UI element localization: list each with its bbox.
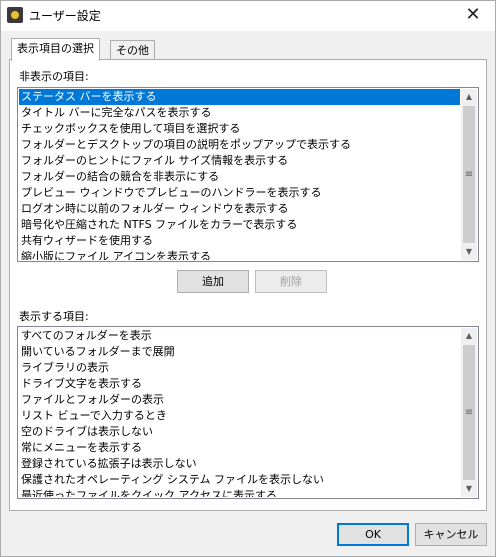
add-button[interactable]: 追加 bbox=[177, 270, 249, 293]
hidden-item-list-item[interactable]: 縮小版にファイル アイコンを表示する bbox=[19, 249, 460, 260]
shown-item-list-item[interactable]: 空のドライブは表示しない bbox=[19, 424, 460, 440]
remove-button[interactable]: 削除 bbox=[255, 270, 327, 293]
hidden-list-scrollbar[interactable]: ▲ ≡ ▼ bbox=[461, 89, 477, 260]
scroll-grip-icon: ≡ bbox=[464, 168, 474, 180]
shown-item-list-item[interactable]: 最近使ったファイルをクイック アクセスに表示する bbox=[19, 488, 460, 497]
scroll-thumb[interactable]: ≡ bbox=[463, 345, 475, 480]
hidden-item-list-item[interactable]: チェックボックスを使用して項目を選択する bbox=[19, 121, 460, 137]
shown-item-list-item[interactable]: すべてのフォルダーを表示 bbox=[19, 328, 460, 344]
hidden-item-list-item[interactable]: フォルダーの結合の競合を非表示にする bbox=[19, 169, 460, 185]
tab-other[interactable]: その他 bbox=[110, 40, 155, 60]
hidden-item-list-item[interactable]: 共有ウィザードを使用する bbox=[19, 233, 460, 249]
hidden-item-list-item[interactable]: ログオン時に以前のフォルダー ウィンドウを表示する bbox=[19, 201, 460, 217]
tab-display-items[interactable]: 表示項目の選択 bbox=[11, 38, 100, 61]
hidden-item-list-item[interactable]: 暗号化や圧縮された NTFS ファイルをカラーで表示する bbox=[19, 217, 460, 233]
scroll-down-arrow-icon[interactable]: ▼ bbox=[461, 481, 477, 497]
shown-item-list-item[interactable]: ドライブ文字を表示する bbox=[19, 376, 460, 392]
shown-list-scrollbar[interactable]: ▲ ≡ ▼ bbox=[461, 328, 477, 497]
shown-item-list-item[interactable]: 常にメニューを表示する bbox=[19, 440, 460, 456]
title-bar: ユーザー設定 ✕ bbox=[1, 1, 495, 31]
shown-items-label: 表示する項目: bbox=[19, 310, 89, 323]
cancel-button[interactable]: キャンセル bbox=[415, 523, 487, 546]
shown-item-list-item[interactable]: ファイルとフォルダーの表示 bbox=[19, 392, 460, 408]
shown-item-list-item[interactable]: 保護されたオペレーティング システム ファイルを表示しない bbox=[19, 472, 460, 488]
hidden-item-list-item[interactable]: フォルダーとデスクトップの項目の説明をポップアップで表示する bbox=[19, 137, 460, 153]
user-settings-dialog: ユーザー設定 ✕ 表示項目の選択 その他 非表示の項目: ステータス バーを表示… bbox=[0, 0, 496, 557]
ok-button[interactable]: OK bbox=[337, 523, 409, 546]
shown-items-list: すべてのフォルダーを表示 開いているフォルダーまで展開 ライブラリの表示 ドライブ文字… bbox=[19, 328, 460, 497]
scroll-up-arrow-icon[interactable]: ▲ bbox=[461, 328, 477, 344]
close-button[interactable]: ✕ bbox=[451, 1, 495, 31]
hidden-item-list-item[interactable]: タイトル バーに完全なパスを表示する bbox=[19, 105, 460, 121]
app-gear-icon bbox=[7, 7, 23, 23]
shown-item-list-item[interactable]: ライブラリの表示 bbox=[19, 360, 460, 376]
shown-items-listbox[interactable]: すべてのフォルダーを表示 開いているフォルダーまで展開 ライブラリの表示 ドライブ文字… bbox=[17, 326, 479, 499]
window-title: ユーザー設定 bbox=[29, 9, 101, 23]
scroll-grip-icon: ≡ bbox=[464, 406, 474, 418]
shown-item-list-item[interactable]: 登録されている拡張子は表示しない bbox=[19, 456, 460, 472]
shown-item-list-item[interactable]: リスト ビューで入力するとき bbox=[19, 408, 460, 424]
hidden-items-label: 非表示の項目: bbox=[19, 70, 89, 83]
hidden-item-list-item[interactable]: ステータス バーを表示する bbox=[19, 89, 460, 105]
hidden-item-list-item[interactable]: プレビュー ウィンドウでプレビューのハンドラーを表示する bbox=[19, 185, 460, 201]
tab-panel: 非表示の項目: ステータス バーを表示する タイトル バーに完全なパスを表示するチ… bbox=[9, 59, 487, 511]
scroll-up-arrow-icon[interactable]: ▲ bbox=[461, 89, 477, 105]
scroll-thumb[interactable]: ≡ bbox=[463, 106, 475, 243]
shown-item-list-item[interactable]: 開いているフォルダーまで展開 bbox=[19, 344, 460, 360]
hidden-item-list-item[interactable]: フォルダーのヒントにファイル サイズ情報を表示する bbox=[19, 153, 460, 169]
hidden-items-listbox[interactable]: ステータス バーを表示する タイトル バーに完全なパスを表示する チェックボックスを… bbox=[17, 87, 479, 262]
scroll-down-arrow-icon[interactable]: ▼ bbox=[461, 244, 477, 260]
hidden-items-list: ステータス バーを表示する タイトル バーに完全なパスを表示する チェックボックスを… bbox=[19, 89, 460, 260]
